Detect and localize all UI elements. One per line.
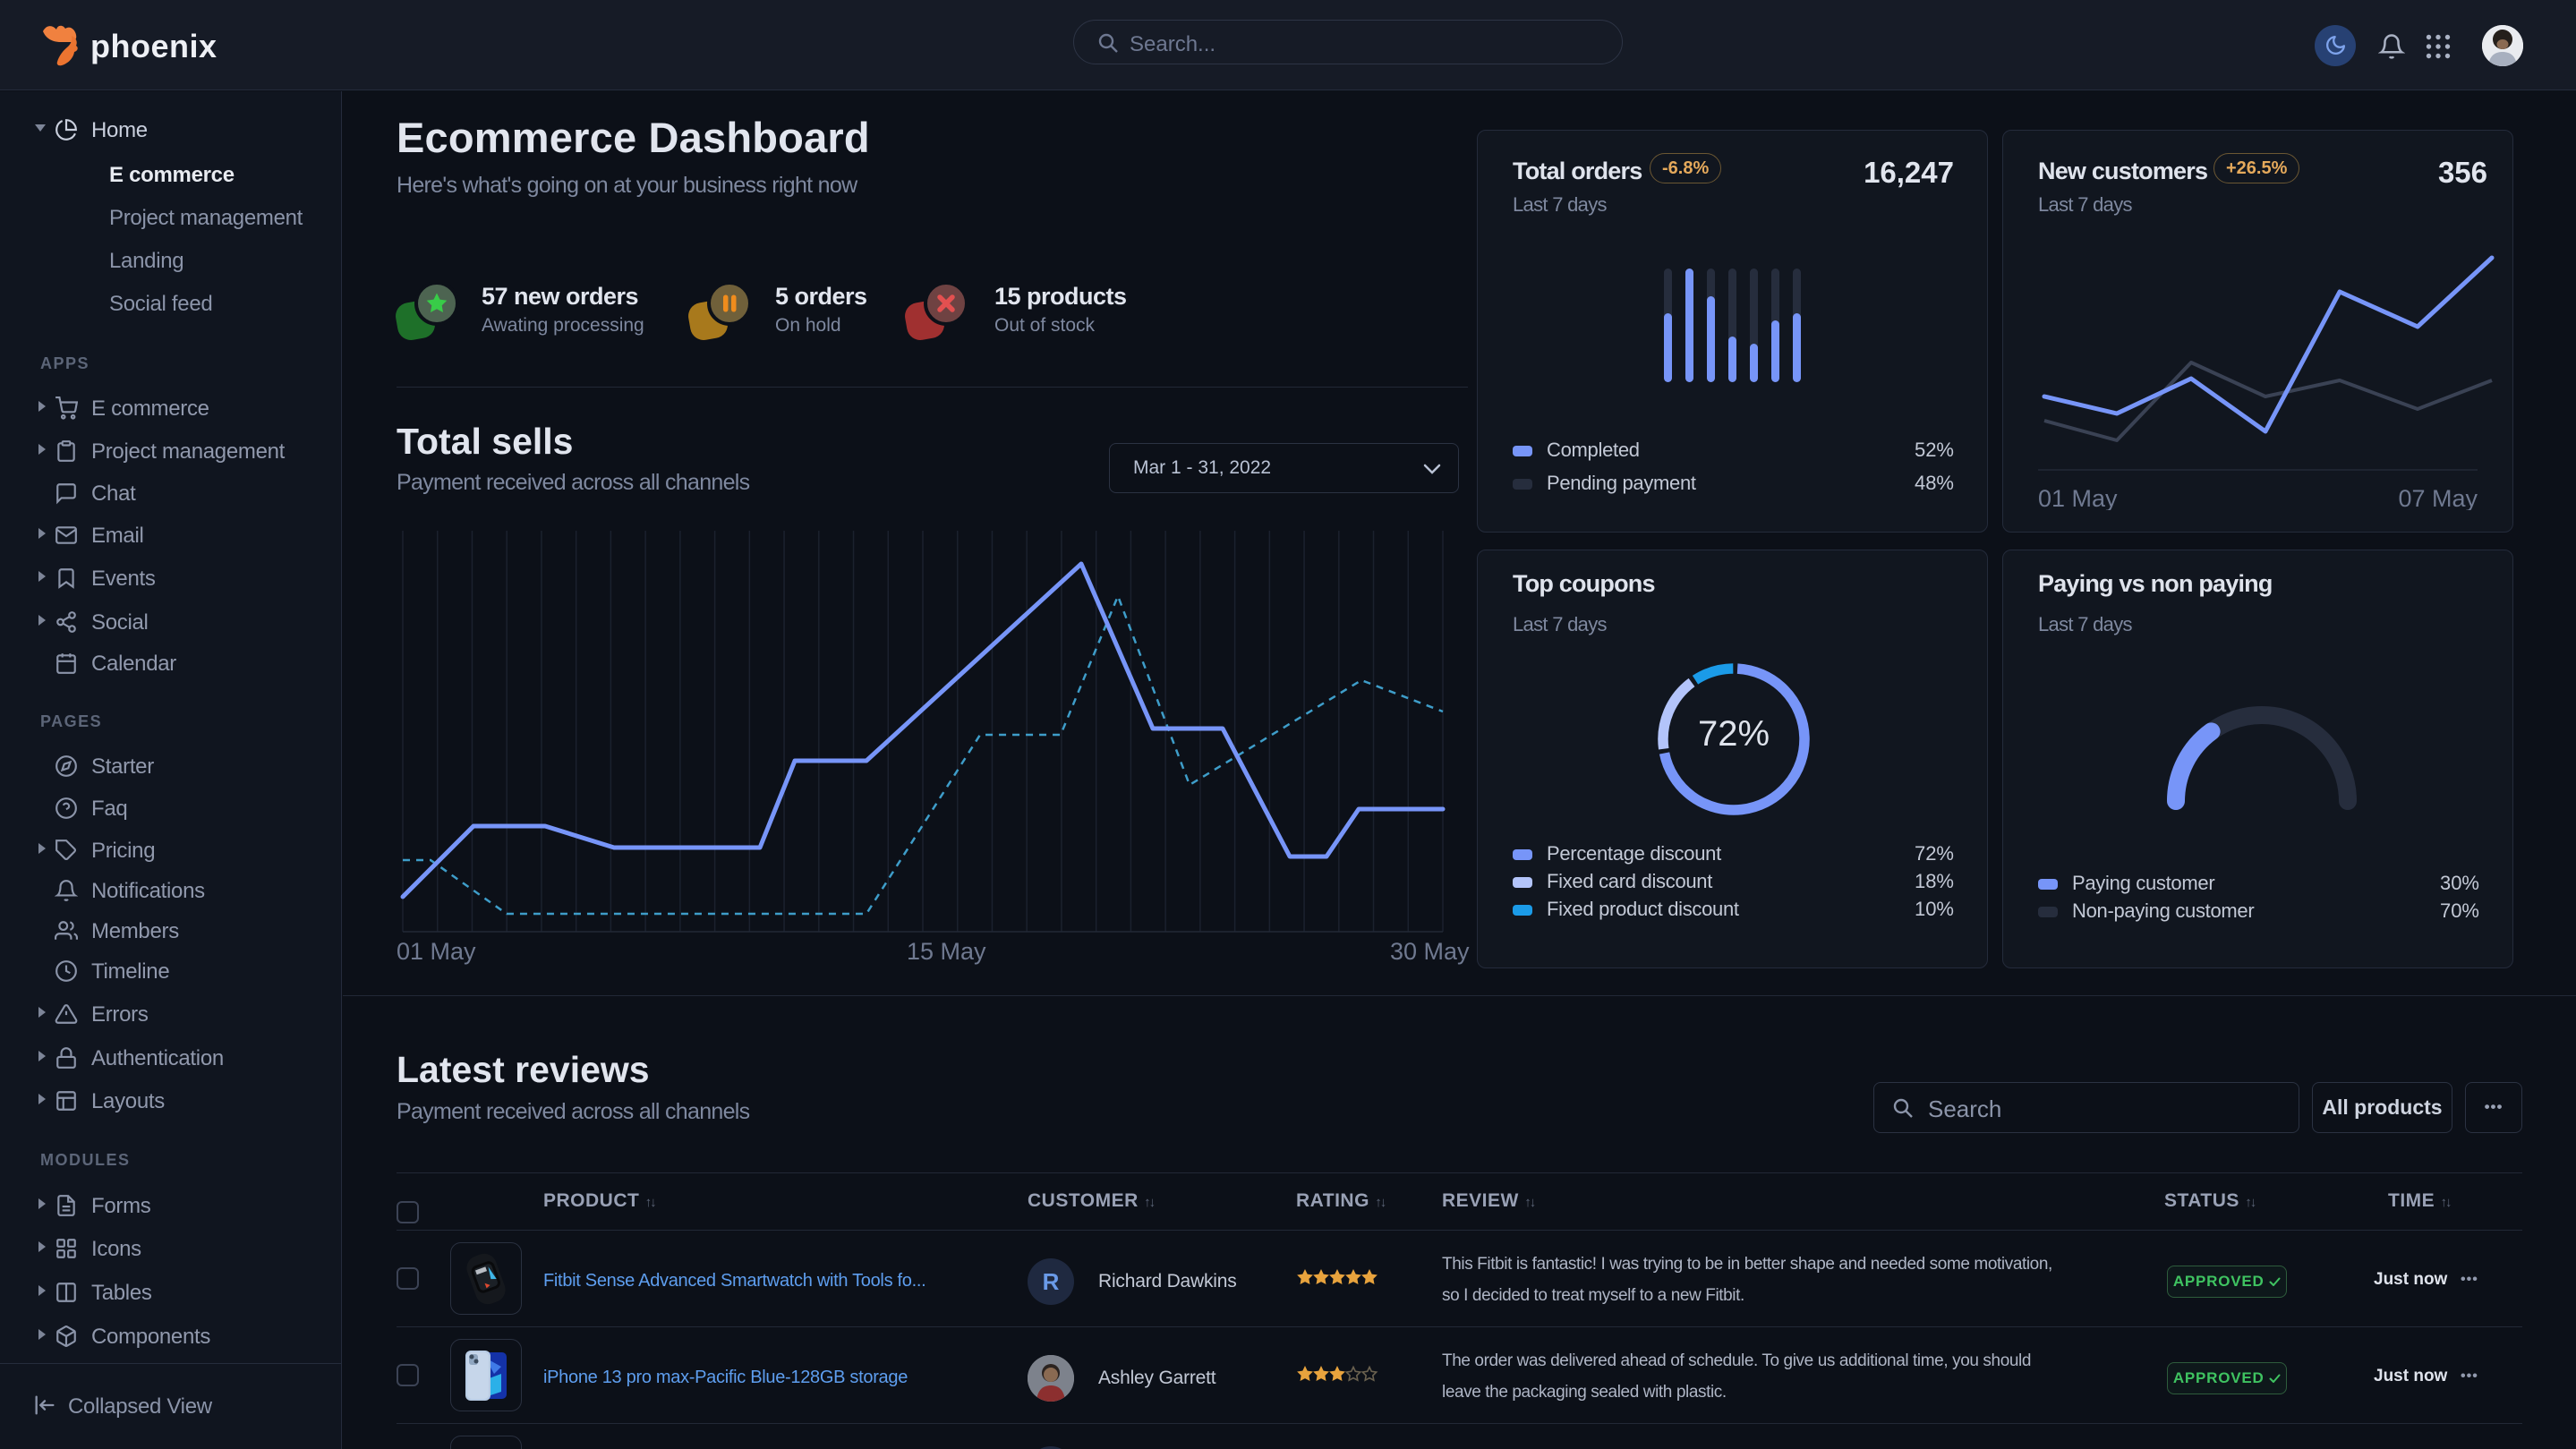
- svg-text:01 May: 01 May: [2038, 485, 2118, 510]
- svg-text:07 May: 07 May: [2398, 485, 2478, 510]
- svg-text:15 May: 15 May: [907, 938, 986, 965]
- svg-text:30 May: 30 May: [1390, 938, 1470, 965]
- svg-text:01 May: 01 May: [397, 938, 476, 965]
